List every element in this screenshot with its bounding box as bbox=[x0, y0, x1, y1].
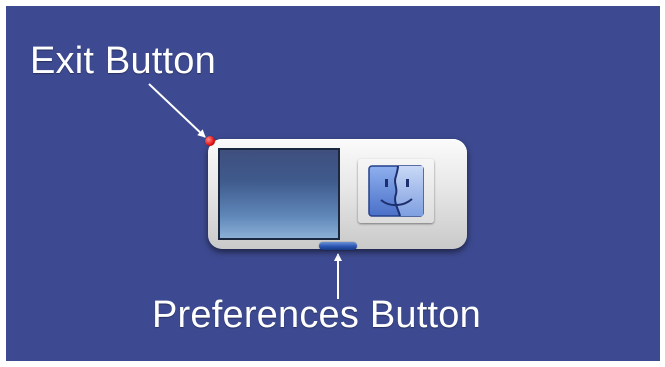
exit-arrow bbox=[148, 83, 206, 138]
preferences-button[interactable] bbox=[319, 242, 357, 250]
preferences-button-callout: Preferences Button bbox=[152, 294, 481, 336]
exit-button[interactable] bbox=[205, 136, 215, 146]
finder-tile[interactable] bbox=[358, 159, 434, 223]
exit-button-callout: Exit Button bbox=[30, 40, 216, 82]
screenshot-canvas: Exit Button Preferences Button bbox=[6, 6, 660, 361]
monitor-widget bbox=[205, 136, 467, 250]
screen-preview bbox=[218, 148, 340, 240]
finder-icon bbox=[368, 165, 424, 217]
